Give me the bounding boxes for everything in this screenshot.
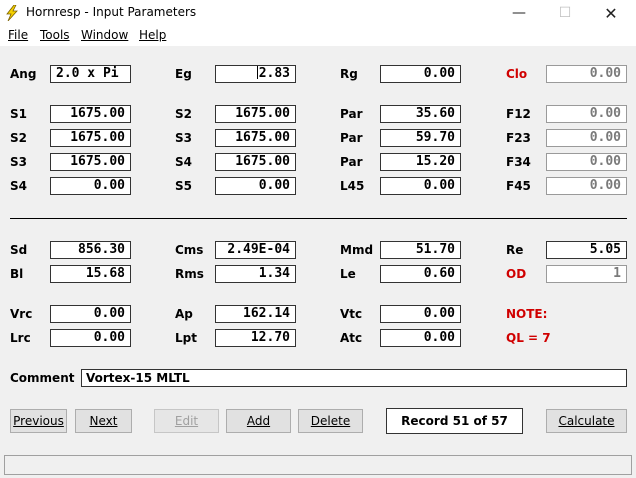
rg-field[interactable]: 0.00 (380, 65, 461, 83)
par3-label: Par (340, 155, 363, 169)
od-label: OD (506, 267, 527, 281)
add-button[interactable]: Add (226, 409, 291, 433)
maximize-button[interactable]: ☐ (542, 0, 588, 26)
comment-label: Comment (10, 371, 75, 385)
menu-help[interactable]: Help (139, 28, 166, 42)
atc-label: Atc (340, 331, 363, 345)
re-field[interactable]: 5.05 (546, 241, 627, 259)
s5-label: S5 (175, 179, 192, 193)
sd-field[interactable]: 856.30 (50, 241, 131, 259)
od-field[interactable]: 1 (546, 265, 627, 283)
section-divider (10, 218, 627, 219)
vrc-field[interactable]: 0.00 (50, 305, 131, 323)
par3-field[interactable]: 15.20 (380, 153, 461, 171)
vtc-label: Vtc (340, 307, 363, 321)
ang-label: Ang (10, 67, 37, 81)
f45-field[interactable]: 0.00 (546, 177, 627, 195)
menu-tools[interactable]: Tools (40, 28, 70, 42)
vrc-label: Vrc (10, 307, 33, 321)
close-icon: ✕ (604, 3, 618, 23)
bl-label: Bl (10, 267, 24, 281)
comment-field[interactable]: Vortex-15 MLTL (81, 369, 627, 387)
sd-label: Sd (10, 243, 28, 257)
edit-button[interactable]: Edit (154, 409, 219, 433)
s2-field-col2[interactable]: 1675.00 (215, 105, 296, 123)
s2-label-col2: S2 (175, 107, 192, 121)
le-label: Le (340, 267, 356, 281)
rms-label: Rms (175, 267, 204, 281)
lrc-field[interactable]: 0.00 (50, 329, 131, 347)
atc-field[interactable]: 0.00 (380, 329, 461, 347)
s3-label: S3 (10, 155, 27, 169)
next-button[interactable]: Next (75, 409, 132, 433)
s3-label-col2: S3 (175, 131, 192, 145)
clo-label: Clo (506, 67, 528, 81)
s4-field[interactable]: 0.00 (50, 177, 131, 195)
window-title: Hornresp - Input Parameters (26, 5, 197, 19)
cms-field[interactable]: 2.49E-04 (215, 241, 296, 259)
l45-field[interactable]: 0.00 (380, 177, 461, 195)
s4-label-col2: S4 (175, 155, 192, 169)
par2-label: Par (340, 131, 363, 145)
f12-label: F12 (506, 107, 531, 121)
text-cursor (256, 66, 258, 79)
lightning-bolt-icon (5, 4, 19, 22)
rg-label: Rg (340, 67, 358, 81)
s4-field-col2[interactable]: 1675.00 (215, 153, 296, 171)
mmd-label: Mmd (340, 243, 374, 257)
calculate-button[interactable]: Calculate (546, 409, 627, 433)
f23-label: F23 (506, 131, 531, 145)
par2-field[interactable]: 59.70 (380, 129, 461, 147)
f23-field[interactable]: 0.00 (546, 129, 627, 147)
s2-field[interactable]: 1675.00 (50, 129, 131, 147)
lpt-label: Lpt (175, 331, 197, 345)
ql-note: QL = 7 (506, 331, 551, 345)
menu-window[interactable]: Window (81, 28, 128, 42)
minimize-button[interactable]: — (496, 0, 542, 26)
bl-field[interactable]: 15.68 (50, 265, 131, 283)
le-field[interactable]: 0.60 (380, 265, 461, 283)
s3-field[interactable]: 1675.00 (50, 153, 131, 171)
lpt-field[interactable]: 12.70 (215, 329, 296, 347)
ang-field[interactable]: 2.0 x Pi (50, 65, 131, 83)
delete-button[interactable]: Delete (298, 409, 363, 433)
lrc-label: Lrc (10, 331, 31, 345)
eg-label: Eg (175, 67, 192, 81)
l45-label: L45 (340, 179, 365, 193)
s3-field-col2[interactable]: 1675.00 (215, 129, 296, 147)
record-indicator: Record 51 of 57 (386, 408, 523, 434)
vtc-field[interactable]: 0.00 (380, 305, 461, 323)
par1-field[interactable]: 35.60 (380, 105, 461, 123)
f12-field[interactable]: 0.00 (546, 105, 627, 123)
s1-field[interactable]: 1675.00 (50, 105, 131, 123)
minimize-icon: — (512, 5, 526, 21)
ap-field[interactable]: 162.14 (215, 305, 296, 323)
f45-label: F45 (506, 179, 531, 193)
note-label: NOTE: (506, 307, 548, 321)
eg-field[interactable]: 2.83 (215, 65, 296, 83)
ap-label: Ap (175, 307, 193, 321)
f34-label: F34 (506, 155, 531, 169)
maximize-icon: ☐ (558, 5, 572, 21)
cms-label: Cms (175, 243, 204, 257)
close-button[interactable]: ✕ (588, 0, 634, 26)
s2-label: S2 (10, 131, 27, 145)
s5-field[interactable]: 0.00 (215, 177, 296, 195)
mmd-field[interactable]: 51.70 (380, 241, 461, 259)
clo-field[interactable]: 0.00 (546, 65, 627, 83)
previous-button[interactable]: Previous (10, 409, 67, 433)
re-label: Re (506, 243, 524, 257)
par1-label: Par (340, 107, 363, 121)
rms-field[interactable]: 1.34 (215, 265, 296, 283)
menu-file[interactable]: File (8, 28, 28, 42)
f34-field[interactable]: 0.00 (546, 153, 627, 171)
s4-label: S4 (10, 179, 27, 193)
s1-label: S1 (10, 107, 27, 121)
status-bar (4, 455, 632, 475)
